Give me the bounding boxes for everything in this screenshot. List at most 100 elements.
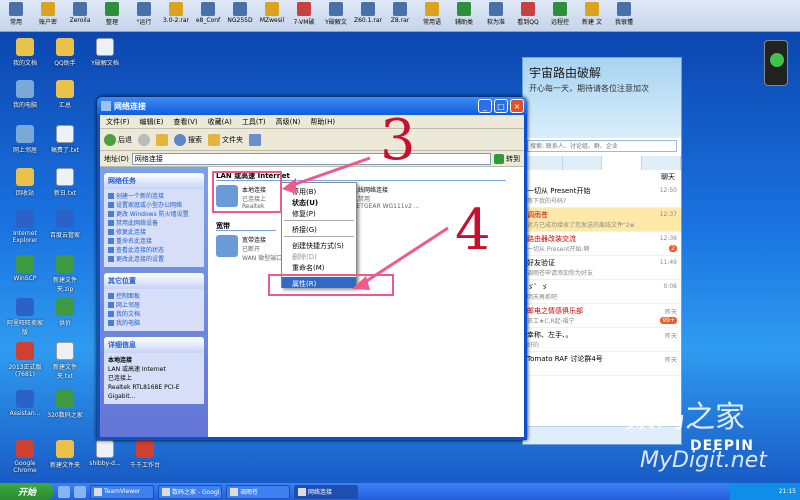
qq-chat-label[interactable]: 聊天 xyxy=(523,170,681,184)
top-shortcut[interactable]: MZwesil xyxy=(256,0,288,32)
qq-chat-row[interactable]: 调雨苍 对方已成功接收了您发送的离线文件"2w 12:37 xyxy=(523,208,681,232)
top-shortcut[interactable]: 账户密 xyxy=(32,0,64,32)
qq-chat-row[interactable]: 一切从 Present开始 等下我的号码? 12:50 xyxy=(523,184,681,208)
context-menu-item[interactable]: 停用(B) xyxy=(282,185,356,196)
top-shortcut[interactable]: Z8.rar xyxy=(384,0,416,32)
menu-item[interactable]: 文件(F) xyxy=(106,117,130,127)
menu-item[interactable]: 编辑(E) xyxy=(140,117,164,127)
network-task-link[interactable]: 查看此连接的状态 xyxy=(108,246,200,255)
desktop-icon[interactable]: QQ助手 xyxy=(45,38,85,67)
start-button[interactable]: 开始 xyxy=(0,483,54,500)
desktop-icon[interactable]: 汇总 xyxy=(45,80,85,109)
network-task-link[interactable]: 更改 Windows 防火墙设置 xyxy=(108,210,200,219)
desktop-icon[interactable]: 320数码之家 xyxy=(45,390,85,419)
top-shortcut[interactable]: Y破解文 xyxy=(320,0,352,32)
desktop-icon[interactable]: 2013正式版(7681) xyxy=(5,342,45,378)
search-button[interactable]: 搜索 xyxy=(174,133,202,146)
clock[interactable]: 21:15 xyxy=(779,488,796,495)
network-task-link[interactable]: 创建一个新的连接 xyxy=(108,192,200,201)
top-shortcut[interactable]: 3.0-2.rar xyxy=(160,0,192,32)
minimize-button[interactable]: _ xyxy=(478,99,492,113)
desktop-icon[interactable]: Internet Explorer xyxy=(5,210,45,244)
network-task-link[interactable]: 重命名此连接 xyxy=(108,237,200,246)
quicklaunch-ie-icon[interactable] xyxy=(58,485,70,498)
broadband-connection[interactable]: 宽带连接 已断开 WAN 微型端口 xyxy=(216,235,282,262)
address-input[interactable] xyxy=(131,152,491,165)
top-shortcut[interactable]: 我很懂 xyxy=(608,0,640,32)
taskbar-task[interactable]: 调雨苍 xyxy=(226,484,290,499)
top-shortcut[interactable]: 远程控 xyxy=(544,0,576,32)
menu-item[interactable]: 工具(T) xyxy=(242,117,266,127)
go-button[interactable]: 转到 xyxy=(494,153,520,164)
folders-button[interactable]: 文件夹 xyxy=(208,133,243,146)
context-menu-item[interactable]: 重命名(M) xyxy=(282,261,356,272)
top-shortcut[interactable]: Z60.1.rar xyxy=(352,0,384,32)
desktop-icon[interactable]: 阿里旺旺卖家版 xyxy=(5,298,45,336)
phone-widget-icon[interactable] xyxy=(764,40,788,86)
context-menu-item[interactable]: 修复(P) xyxy=(282,207,356,218)
network-tasks-title[interactable]: 网络任务 xyxy=(104,173,204,189)
top-shortcut[interactable]: "运行 xyxy=(128,0,160,32)
menu-item[interactable]: 高级(N) xyxy=(276,117,301,127)
taskbar-task[interactable]: 网络连接 xyxy=(294,484,358,499)
desktop-icon[interactable]: WinSCP xyxy=(5,255,45,282)
up-button[interactable] xyxy=(156,133,168,146)
qq-chat-row[interactable]: 邮电之情感俱乐部 员工★C,R起·福宁 昨天 99+ xyxy=(523,304,681,328)
top-shortcut[interactable]: e8_Conf xyxy=(192,0,224,32)
context-menu-item[interactable]: 删除(D) xyxy=(282,250,356,261)
desktop-icon[interactable]: 新建文件夹 xyxy=(45,440,85,469)
desktop-icon[interactable]: shibby-d... xyxy=(85,440,125,467)
desktop-icon[interactable]: Y破解文档 xyxy=(85,38,125,67)
desktop-icon[interactable]: 千千工作台 xyxy=(125,440,165,469)
desktop-icon[interactable]: 回收站 xyxy=(5,168,45,197)
network-task-link[interactable]: 更改此连接的设置 xyxy=(108,255,200,264)
desktop-icon[interactable]: 我的电脑 xyxy=(5,80,45,109)
taskbar-task[interactable]: 数码之家 - Googl... xyxy=(158,484,222,499)
details-title[interactable]: 详细信息 xyxy=(104,337,204,353)
top-shortcut[interactable]: NG255D xyxy=(224,0,256,32)
qq-tab-contacts[interactable] xyxy=(523,156,563,170)
desktop-icon[interactable]: 新建文件夹.txt xyxy=(45,342,85,380)
qq-chat-row[interactable]: ゞ゜ゞ 明天再抓吧 0:08 xyxy=(523,280,681,304)
context-menu-item[interactable]: 桥接(G) xyxy=(282,223,356,234)
network-task-link[interactable]: 禁用此网络设备 xyxy=(108,219,200,228)
top-shortcut[interactable]: 整理 xyxy=(96,0,128,32)
top-shortcut[interactable]: 辅助类 xyxy=(448,0,480,32)
qq-tab-groups[interactable] xyxy=(563,156,602,170)
window-titlebar[interactable]: 网络连接 _ □ × xyxy=(97,97,527,115)
top-shortcut[interactable]: 常用语 xyxy=(416,0,448,32)
desktop-icon[interactable]: 百度云管家 xyxy=(45,210,85,239)
desktop-icon[interactable]: 供价 xyxy=(45,298,85,327)
other-place-link[interactable]: 我的文档 xyxy=(108,310,200,319)
views-button[interactable] xyxy=(249,133,261,146)
qq-chat-row[interactable]: 好友验证 调雨苍申请添加你为好友 11:49 xyxy=(523,256,681,280)
context-menu-item[interactable]: 状态(U) xyxy=(282,196,356,207)
network-task-link[interactable]: 修复此连接 xyxy=(108,228,200,237)
other-places-title[interactable]: 其它位置 xyxy=(104,273,204,289)
desktop-icon[interactable]: 稿费了.txt xyxy=(45,125,85,154)
top-shortcut[interactable]: 看到QQ xyxy=(512,0,544,32)
top-shortcut[interactable]: 7-VM破 xyxy=(288,0,320,32)
qq-search-input[interactable] xyxy=(527,140,677,152)
forward-button[interactable] xyxy=(138,133,150,146)
qq-chat-row[interactable]: Tomato RAF 讨论群4号 昨天 xyxy=(523,352,681,376)
qq-chat-row[interactable]: 幸称、左手、。 好的 昨天 xyxy=(523,328,681,352)
maximize-button[interactable]: □ xyxy=(494,99,508,113)
other-place-link[interactable]: 我的电脑 xyxy=(108,319,200,328)
close-button[interactable]: × xyxy=(510,99,524,113)
network-task-link[interactable]: 设置家庭或小型办公网络 xyxy=(108,201,200,210)
qq-chat-row[interactable]: 路由器改装交流 一切从 Present开始:啊 12:36 2 xyxy=(523,232,681,256)
desktop-icon[interactable]: 网上邻居 xyxy=(5,125,45,154)
desktop-icon[interactable]: 我的文档 xyxy=(5,38,45,67)
desktop-icon[interactable]: 新日.txt xyxy=(45,168,85,197)
menu-item[interactable]: 查看(V) xyxy=(173,117,197,127)
other-place-link[interactable]: 控制面板 xyxy=(108,292,200,301)
top-shortcut[interactable]: 新建 文 xyxy=(576,0,608,32)
qq-tab-favorites[interactable] xyxy=(642,156,681,170)
desktop-icon[interactable]: Google Chrome xyxy=(5,440,45,474)
desktop-icon[interactable]: Assistan... xyxy=(5,390,45,417)
menu-item[interactable]: 收藏(A) xyxy=(208,117,232,127)
top-shortcut[interactable]: Zeroila xyxy=(64,0,96,32)
context-menu-item[interactable]: 创建快捷方式(S) xyxy=(282,239,356,250)
back-button[interactable]: 后退 xyxy=(104,133,132,146)
